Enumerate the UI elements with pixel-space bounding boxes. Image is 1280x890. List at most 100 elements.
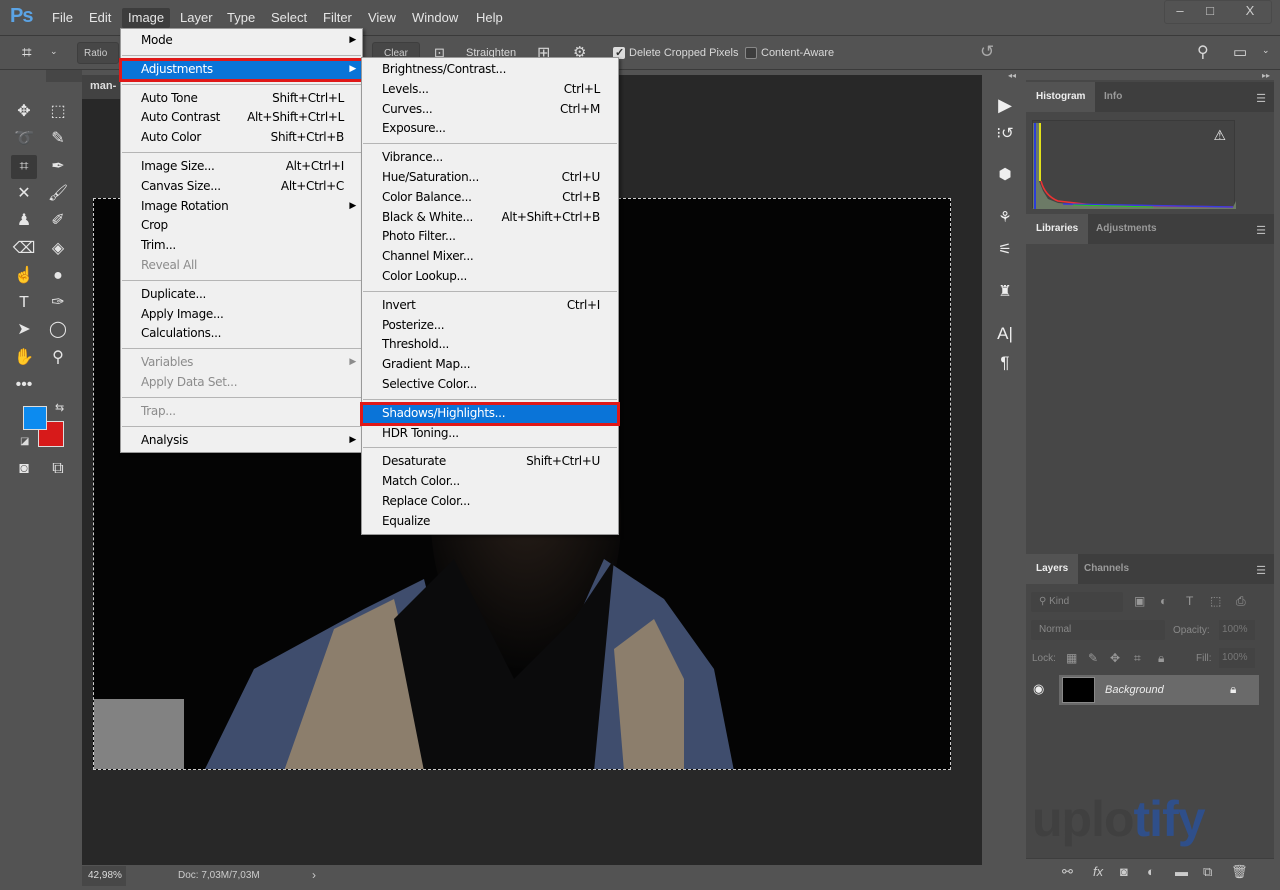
menu-item-match-color[interactable]: Match Color...	[362, 472, 618, 492]
workspace-icon[interactable]: ▭	[1233, 43, 1247, 61]
add-mask-icon[interactable]: ◙	[1120, 864, 1128, 879]
menu-item-shadows-highlights[interactable]: Shadows/Highlights...	[360, 401, 620, 426]
adjustment-layer-icon[interactable]: ◐	[1147, 864, 1155, 879]
menu-item-color-lookup[interactable]: Color Lookup...	[362, 267, 618, 287]
layer-visibility-eye-icon[interactable]: ◉	[1033, 681, 1044, 697]
dock-collapse-icon[interactable]: ◂◂	[1008, 71, 1016, 80]
tab-layers[interactable]: Layers	[1026, 554, 1079, 584]
menu-item-auto-contrast[interactable]: Auto Contrast Alt+Shift+Ctrl+L	[121, 108, 362, 128]
filter-pixel-icon[interactable]: ▣	[1134, 594, 1145, 608]
stamp-icon[interactable]: ♟	[11, 209, 37, 233]
3d-icon[interactable]: ⬢	[988, 165, 1022, 191]
ellipse-icon[interactable]: ◯	[45, 318, 71, 342]
panel-menu-icon[interactable]: ☰	[1256, 564, 1266, 577]
paint-bucket-icon[interactable]: ◈	[45, 237, 71, 261]
panel-menu-icon[interactable]: ☰	[1256, 92, 1266, 105]
new-layer-icon[interactable]: ⧉	[1203, 864, 1212, 880]
document-tab[interactable]: man-	[82, 75, 122, 99]
smudge-icon[interactable]: ☝	[11, 264, 37, 288]
brushes-icon[interactable]: ⚘	[988, 208, 1022, 234]
reset-icon[interactable]: ↺	[980, 42, 994, 62]
tab-channels[interactable]: Channels	[1074, 554, 1139, 584]
status-menu-arrow[interactable]: ›	[312, 868, 316, 882]
menu-item-exposure[interactable]: Exposure...	[362, 119, 618, 139]
menu-item-hdr-toning[interactable]: HDR Toning...	[362, 424, 618, 444]
menu-item-calculations[interactable]: Calculations...	[121, 324, 362, 344]
menu-item-gradient-map[interactable]: Gradient Map...	[362, 355, 618, 375]
crop-icon[interactable]: ⌗	[11, 154, 37, 179]
menu-help[interactable]: Help	[470, 8, 509, 28]
menu-item-hue-saturation[interactable]: Hue/Saturation... Ctrl+U	[362, 168, 618, 188]
menu-item-channel-mixer[interactable]: Channel Mixer...	[362, 247, 618, 267]
menu-select[interactable]: Select	[265, 8, 313, 28]
menu-type[interactable]: Type	[221, 8, 261, 28]
path-select-icon[interactable]: ➤	[11, 318, 37, 342]
menu-image[interactable]: Image	[122, 8, 171, 28]
menu-item-black-white[interactable]: Black & White... Alt+Shift+Ctrl+B	[362, 208, 618, 228]
menu-item-desaturate[interactable]: Desaturate Shift+Ctrl+U	[362, 452, 618, 472]
panel-collapse-icon[interactable]: ▸▸	[1262, 71, 1270, 80]
quick-select-icon[interactable]: ✎	[45, 127, 71, 151]
lock-image-icon[interactable]: ✎	[1088, 651, 1098, 665]
tab-info[interactable]: Info	[1094, 82, 1132, 112]
ratio-select[interactable]: Ratio	[77, 42, 119, 64]
foreground-color-swatch[interactable]	[23, 406, 47, 430]
menu-item-photo-filter[interactable]: Photo Filter...	[362, 227, 618, 247]
menu-item-canvas-size[interactable]: Canvas Size... Alt+Ctrl+C	[121, 177, 362, 197]
menu-item-duplicate[interactable]: Duplicate...	[121, 285, 362, 305]
menu-layer[interactable]: Layer	[174, 8, 219, 28]
filter-shape-icon[interactable]: ⬚	[1210, 594, 1221, 608]
maximize-button[interactable]: □	[1195, 3, 1225, 23]
tab-adjustments[interactable]: Adjustments	[1086, 214, 1167, 244]
delete-layer-icon[interactable]: 🗑︎	[1231, 864, 1248, 880]
eyedropper-icon[interactable]: ✒	[45, 155, 71, 179]
layer-filter-select[interactable]: ⚲ Kind	[1031, 592, 1123, 612]
lasso-icon[interactable]: ➰	[11, 127, 37, 151]
fx-icon[interactable]: fx	[1093, 864, 1103, 879]
more-tools-icon[interactable]: •••	[11, 373, 37, 397]
menu-view[interactable]: View	[362, 8, 402, 28]
menu-item-crop[interactable]: Crop	[121, 216, 362, 236]
dodge-icon[interactable]: ●	[45, 264, 71, 288]
menu-item-invert[interactable]: Invert Ctrl+I	[362, 296, 618, 316]
layer-name[interactable]: Background	[1105, 684, 1164, 696]
menu-item-trim[interactable]: Trim...	[121, 236, 362, 256]
lock-artboard-icon[interactable]: ⌗	[1134, 651, 1141, 666]
menu-item-apply-image[interactable]: Apply Image...	[121, 305, 362, 325]
default-colors-icon[interactable]: ◪	[20, 436, 29, 447]
link-layers-icon[interactable]: ⚯	[1062, 864, 1073, 880]
menu-item-auto-tone[interactable]: Auto Tone Shift+Ctrl+L	[121, 89, 362, 109]
healing-icon[interactable]: ✕	[11, 182, 37, 206]
type-icon[interactable]: T	[11, 291, 37, 315]
search-icon[interactable]: ⚲	[1197, 42, 1209, 62]
marquee-icon[interactable]: ⬚	[45, 100, 71, 124]
menu-filter[interactable]: Filter	[317, 8, 358, 28]
screen-mode-icon[interactable]: ⧉	[45, 457, 71, 481]
lock-all-icon[interactable]: 🔒︎	[1158, 651, 1164, 666]
character-icon[interactable]: A|	[988, 324, 1022, 350]
paragraph-icon[interactable]: ¶	[988, 353, 1022, 379]
menu-file[interactable]: File	[46, 8, 79, 28]
move-icon[interactable]: ✥	[11, 100, 37, 124]
zoom-level[interactable]: 42,98%	[82, 866, 126, 886]
opacity-input[interactable]: 100%	[1219, 620, 1255, 640]
history-icon[interactable]: ⁝↺	[988, 124, 1022, 150]
menu-item-mode[interactable]: Mode ▶	[121, 31, 362, 51]
chevron-down-icon[interactable]: ⌄	[50, 46, 58, 57]
pen-icon[interactable]: ✑	[45, 291, 71, 315]
clone-source-icon[interactable]: ♜	[988, 282, 1022, 308]
lock-position-icon[interactable]: ✥	[1110, 651, 1120, 665]
menu-edit[interactable]: Edit	[83, 8, 117, 28]
menu-item-adjustments[interactable]: Adjustments ▶	[119, 57, 364, 82]
menu-item-threshold[interactable]: Threshold...	[362, 335, 618, 355]
hand-icon[interactable]: ✋	[11, 346, 37, 370]
menu-item-auto-color[interactable]: Auto Color Shift+Ctrl+B	[121, 128, 362, 148]
menu-item-selective-color[interactable]: Selective Color...	[362, 375, 618, 395]
content-aware-checkbox[interactable]	[745, 47, 757, 59]
close-button[interactable]: X	[1235, 3, 1265, 23]
menu-item-vibrance[interactable]: Vibrance...	[362, 148, 618, 168]
eraser-icon[interactable]: ⌫	[11, 237, 37, 261]
minimize-button[interactable]: –	[1165, 3, 1195, 23]
actions-play-icon[interactable]: ▶	[988, 95, 1022, 121]
brush-icon[interactable]: 🖌	[45, 182, 71, 206]
